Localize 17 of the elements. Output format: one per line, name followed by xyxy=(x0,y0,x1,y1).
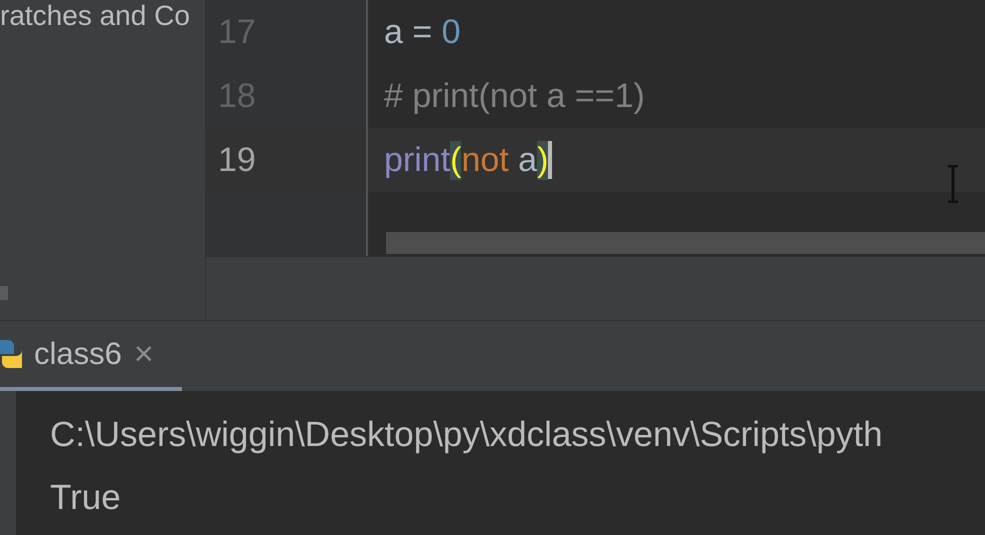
matched-brace: ) xyxy=(537,140,548,180)
code-token: a xyxy=(384,12,403,52)
code-token: # print(not a ==1) xyxy=(384,76,645,116)
project-tree-item[interactable]: ratches and Co xyxy=(0,0,190,32)
text-cursor-icon xyxy=(946,165,960,203)
matched-brace: ( xyxy=(450,140,462,180)
scrollbar-thumb[interactable] xyxy=(0,286,8,300)
horizontal-scrollbar[interactable] xyxy=(386,232,985,254)
code-token: = xyxy=(411,12,434,52)
code-token: 0 xyxy=(442,12,461,52)
code-token: print xyxy=(384,140,450,180)
code-token: a xyxy=(517,140,538,180)
code-token: not xyxy=(461,140,509,180)
console-output-line: C:\Users\wiggin\Desktop\py\xdclass\venv\Scripts\pyth xyxy=(50,414,883,456)
close-icon[interactable]: × xyxy=(134,334,154,374)
console-output-line: True xyxy=(50,476,122,518)
run-tab[interactable]: class6 × xyxy=(0,321,182,391)
